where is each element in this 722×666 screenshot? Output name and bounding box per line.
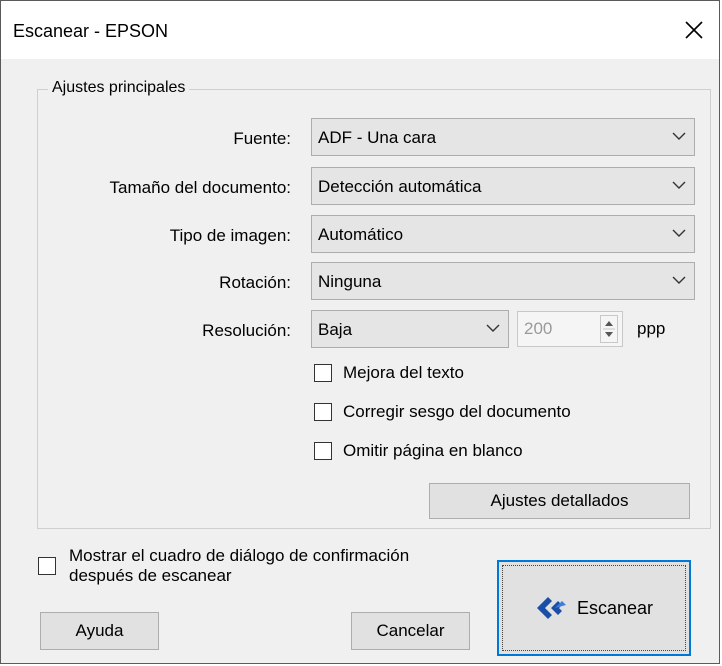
epson-scan-icon [536, 597, 566, 619]
title-bar: Escanear - EPSON [1, 1, 719, 59]
doc-size-select[interactable]: Detección automática [311, 167, 695, 205]
confirm-label: Mostrar el cuadro de diálogo de confirma… [69, 546, 409, 586]
rotation-select[interactable]: Ninguna [311, 262, 695, 300]
deskew-checkbox[interactable] [314, 403, 332, 421]
image-type-select[interactable]: Automático [311, 215, 695, 253]
close-button[interactable] [669, 1, 719, 59]
help-button[interactable]: Ayuda [40, 612, 159, 650]
source-label: Fuente: [233, 129, 291, 148]
spinner-up-down-icon [603, 321, 615, 337]
confirm-checkbox[interactable] [38, 557, 56, 575]
scan-label: Escanear [576, 597, 654, 618]
scan-button-content: Escanear [535, 594, 653, 622]
cancel-label: Cancelar [376, 621, 445, 640]
confirm-label-line1: Mostrar el cuadro de diálogo de confirma… [69, 546, 410, 565]
window-title: Escanear - EPSON [13, 21, 169, 41]
rotation-value: Ninguna [318, 272, 382, 291]
confirm-label-line2: después de escanear [69, 566, 232, 585]
resolution-select[interactable]: Baja [311, 310, 509, 348]
rotation-label: Rotación: [219, 273, 291, 292]
cancel-button[interactable]: Cancelar [351, 612, 470, 650]
skip-blank-checkbox[interactable] [314, 442, 332, 460]
resolution-spin-value: 200 [524, 319, 553, 338]
detailed-settings-label: Ajustes detallados [490, 491, 629, 510]
chevron-down-icon [672, 132, 686, 140]
source-value: ADF - Una cara [318, 128, 437, 147]
source-select[interactable]: ADF - Una cara [311, 118, 695, 156]
chevron-down-icon [486, 324, 500, 332]
image-type-value: Automático [318, 225, 404, 244]
deskew-label: Corregir sesgo del documento [343, 402, 571, 421]
group-label: Ajustes principales [48, 79, 190, 97]
chevron-down-icon [672, 229, 686, 237]
spinner-arrows[interactable] [600, 315, 618, 343]
chevron-down-icon [672, 181, 686, 189]
doc-size-value: Detección automática [318, 177, 482, 196]
scan-button[interactable]: Escanear [497, 560, 691, 656]
help-label: Ayuda [75, 621, 124, 640]
detailed-settings-button[interactable]: Ajustes detallados [429, 483, 690, 519]
resolution-unit: ppp [637, 319, 666, 338]
chevron-down-icon [672, 276, 686, 284]
image-type-label: Tipo de imagen: [169, 226, 291, 245]
scan-dialog: Escanear - EPSON Ajustes principales Fue… [0, 0, 720, 664]
resolution-value: Baja [318, 320, 353, 339]
text-enhance-checkbox[interactable] [314, 364, 332, 382]
resolution-label: Resolución: [202, 321, 291, 340]
skip-blank-label: Omitir página en blanco [343, 441, 523, 460]
doc-size-label: Tamaño del documento: [109, 178, 291, 197]
text-enhance-label: Mejora del texto [343, 363, 464, 382]
close-icon [685, 21, 703, 39]
resolution-spinner[interactable]: 200 [517, 311, 623, 347]
